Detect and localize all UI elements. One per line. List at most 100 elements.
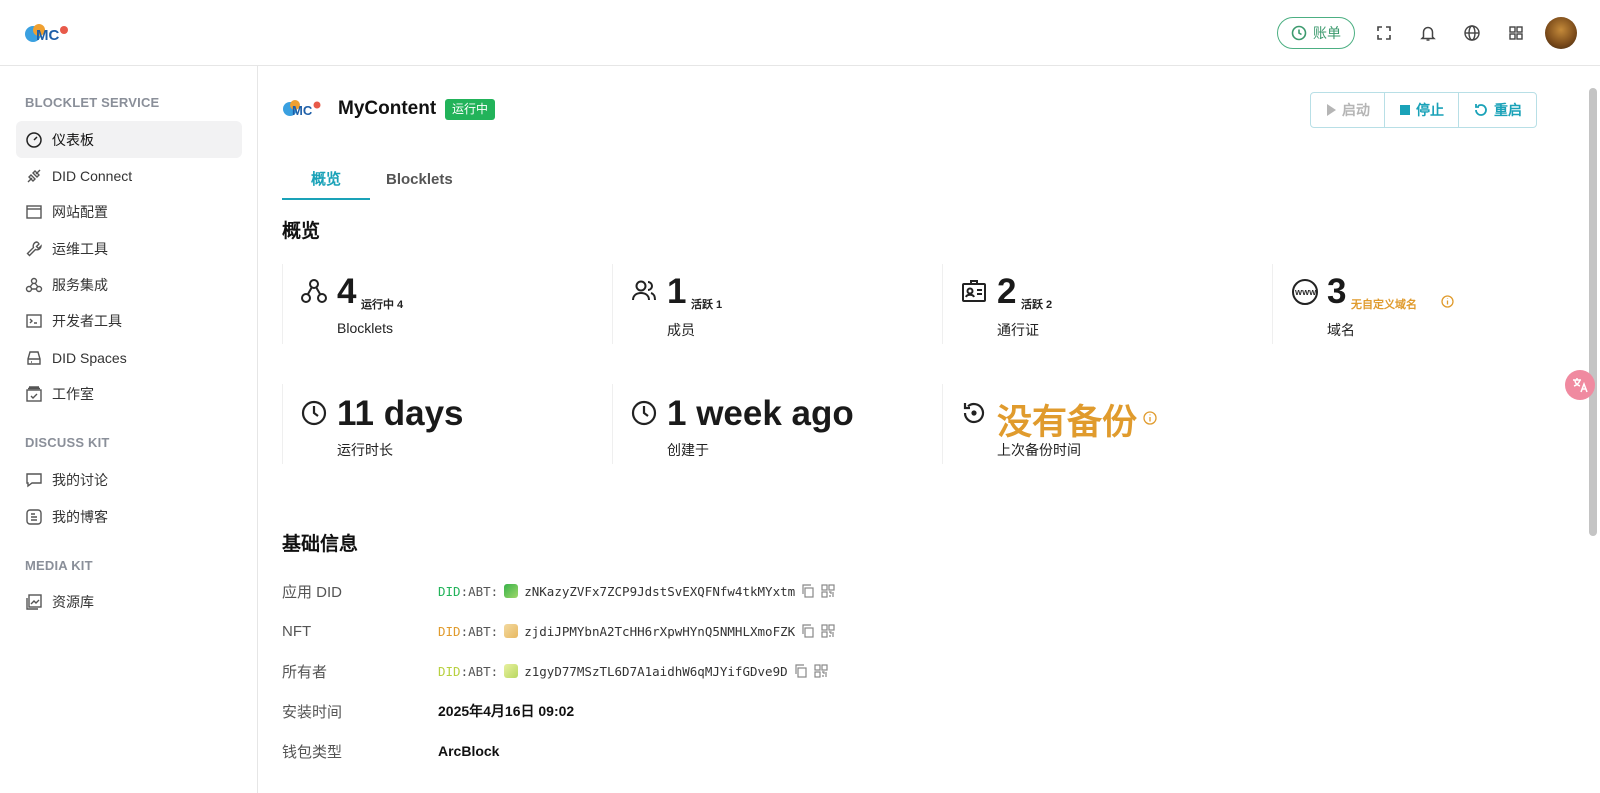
metric-label: 创建于 <box>667 442 709 458</box>
terminal-icon <box>26 313 42 328</box>
section-title-media-kit: MEDIA KIT <box>25 558 93 573</box>
www-icon: WWW <box>1292 279 1318 305</box>
info-row-nft: NFT DID:ABT: zjdiJPMYbnA2TcHH6rXpwHYnQ5N… <box>282 619 835 643</box>
info-icon[interactable] <box>1441 295 1454 308</box>
sidebar-item-my-blog[interactable]: 我的博客 <box>16 498 242 535</box>
status-badge: 运行中 <box>445 99 496 120</box>
sidebar-item-label: 开发者工具 <box>52 312 122 329</box>
restart-label: 重启 <box>1494 102 1522 118</box>
sidebar-item-label: 我的博客 <box>52 508 108 525</box>
did-avatar-icon <box>504 664 519 678</box>
sidebar-item-my-discussions[interactable]: 我的讨论 <box>16 461 242 498</box>
play-icon <box>1327 104 1336 116</box>
did-value: DID:ABT: zNKazyZVFx7ZCP9JdstSvEXQFNfw4tk… <box>438 584 835 599</box>
sidebar-item-label: 服务集成 <box>52 276 108 293</box>
did-prefix: DID <box>438 663 461 679</box>
stat-value: 2 <box>997 272 1017 311</box>
sidebar-item-dashboard[interactable]: 仪表板 <box>16 121 242 158</box>
integration-icon <box>25 277 43 292</box>
bill-button[interactable]: 账单 <box>1277 17 1355 49</box>
sidebar-item-developer-tools[interactable]: 开发者工具 <box>16 302 242 339</box>
stat-sub-warning: 无自定义域名 <box>1351 299 1417 311</box>
chat-icon <box>26 472 42 487</box>
info-key: 安装时间 <box>282 703 343 721</box>
stat-blocklets[interactable]: 4 运行中 4 Blocklets <box>282 264 602 344</box>
section-title-discuss-kit: DISCUSS KIT <box>25 435 110 450</box>
sidebar-item-label: 网站配置 <box>52 203 108 220</box>
sidebar-item-label: 运维工具 <box>52 240 108 257</box>
stat-passports[interactable]: 2 活跃 2 通行证 <box>942 264 1262 344</box>
start-button[interactable]: 启动 <box>1311 93 1384 127</box>
did-address[interactable]: z1gyD77MSzTL6D7A1aidhW6qMJYifGDve9D <box>524 664 787 679</box>
sidebar-item-studio[interactable]: 工作室 <box>16 375 242 412</box>
qrcode-icon[interactable] <box>821 584 835 598</box>
stat-value: 3 <box>1327 272 1347 311</box>
metric-label: 运行时长 <box>337 442 393 458</box>
clock-icon <box>631 400 657 426</box>
qrcode-icon[interactable] <box>814 664 828 678</box>
stat-members[interactable]: 1 活跃 1 成员 <box>612 264 932 344</box>
tab-blocklets[interactable]: Blocklets <box>370 158 482 200</box>
sidebar: BLOCKLET SERVICE 仪表板 DID Connect 网站配置 运维… <box>0 66 258 793</box>
scrollbar[interactable] <box>1589 88 1597 536</box>
svg-text:WWW: WWW <box>1295 288 1317 297</box>
tab-overview[interactable]: 概览 <box>282 158 371 200</box>
user-avatar[interactable] <box>1545 17 1577 49</box>
did-avatar-icon <box>504 584 519 598</box>
metric-created: 1 week ago 创建于 <box>612 384 932 464</box>
did-address[interactable]: zjdiJPMYbnA2TcHH6rXpwHYnQ5NMHLXmoFZK <box>524 624 795 639</box>
qrcode-icon[interactable] <box>821 624 835 638</box>
stat-label: 域名 <box>1327 322 1355 338</box>
apps-grid-icon[interactable] <box>1505 22 1527 44</box>
did-prefix: DID <box>438 623 461 639</box>
stop-button[interactable]: 停止 <box>1384 93 1458 127</box>
info-value: ArcBlock <box>438 743 500 759</box>
connect-icon <box>27 169 41 182</box>
sidebar-item-did-spaces[interactable]: DID Spaces <box>16 339 242 376</box>
stop-label: 停止 <box>1416 102 1444 118</box>
sidebar-item-website-config[interactable]: 网站配置 <box>16 193 242 230</box>
sidebar-item-resource-library[interactable]: 资源库 <box>16 583 242 620</box>
stat-value: 4 <box>337 272 357 311</box>
members-icon <box>632 280 656 301</box>
sidebar-item-ops-tools[interactable]: 运维工具 <box>16 230 242 267</box>
metric-value: 没有备份 <box>997 403 1138 442</box>
app-logo[interactable]: MC <box>24 20 70 48</box>
badge-icon <box>962 280 986 302</box>
translate-float-icon[interactable] <box>1565 370 1595 400</box>
info-icon[interactable] <box>1143 411 1157 425</box>
did-address[interactable]: zNKazyZVFx7ZCP9JdstSvEXQFNfw4tkMYxtm <box>524 584 795 599</box>
info-key: 应用 DID <box>282 583 343 601</box>
info-key: 钱包类型 <box>282 743 343 761</box>
did-abt: :ABT: <box>460 623 499 639</box>
info-key: 所有者 <box>282 663 328 681</box>
stat-label: 成员 <box>667 322 695 338</box>
blocklets-icon <box>301 279 327 303</box>
copy-icon[interactable] <box>801 624 815 638</box>
stat-sub: 运行中 4 <box>361 299 404 311</box>
globe-icon[interactable] <box>1461 22 1483 44</box>
stat-sub: 活跃 1 <box>691 299 723 311</box>
bell-icon[interactable] <box>1417 22 1439 44</box>
sidebar-item-did-connect[interactable]: DID Connect <box>16 157 242 194</box>
fullscreen-icon[interactable] <box>1373 22 1395 44</box>
sidebar-item-label: 仪表板 <box>52 131 94 148</box>
storage-icon <box>27 350 41 365</box>
copy-icon[interactable] <box>801 584 815 598</box>
restart-button[interactable]: 重启 <box>1458 93 1536 127</box>
metric-value: 1 week ago <box>667 394 854 433</box>
copy-icon[interactable] <box>794 664 808 678</box>
stat-domains[interactable]: WWW 3 无自定义域名 域名 <box>1272 264 1592 344</box>
stat-label: 通行证 <box>997 322 1039 338</box>
app-action-buttons: 启动 停止 重启 <box>1310 92 1537 128</box>
sidebar-item-label: DID Spaces <box>52 349 127 366</box>
info-row-install-time: 安装时间 2025年4月16日 09:02 <box>282 699 574 723</box>
did-value: DID:ABT: zjdiJPMYbnA2TcHH6rXpwHYnQ5NMHLX… <box>438 624 835 639</box>
basic-info-title: 基础信息 <box>282 534 359 555</box>
info-row-wallet-type: 钱包类型 ArcBlock <box>282 739 499 763</box>
metric-label: 上次备份时间 <box>997 442 1081 458</box>
clock-icon <box>301 400 327 426</box>
section-title-blocklet-service: BLOCKLET SERVICE <box>25 95 160 110</box>
stat-value: 1 <box>667 272 687 311</box>
sidebar-item-service-integration[interactable]: 服务集成 <box>16 266 242 303</box>
